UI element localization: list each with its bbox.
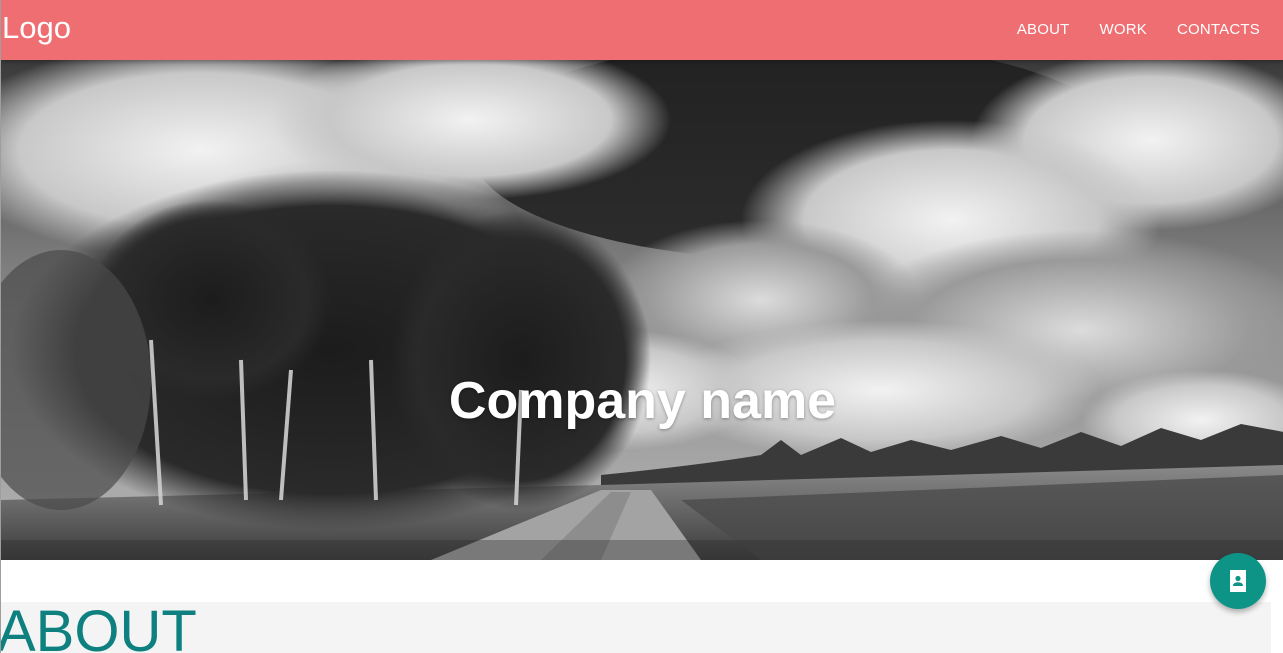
nav-item-work: WORK	[1085, 0, 1162, 60]
nav-link-work[interactable]: WORK	[1085, 21, 1162, 38]
page: Logo ABOUT WORK CONTACTS Company name AB…	[0, 0, 1283, 653]
about-heading: ABOUT	[0, 599, 197, 653]
nav-link-contacts[interactable]: CONTACTS	[1162, 21, 1275, 38]
nav-link-about[interactable]: ABOUT	[1002, 21, 1085, 38]
navbar: Logo ABOUT WORK CONTACTS	[1, 0, 1283, 60]
hero-landscape-image	[1, 60, 1283, 560]
contact-fab-button[interactable]	[1210, 553, 1266, 609]
contact-card-icon	[1230, 570, 1246, 592]
hero-section: Company name	[1, 60, 1283, 560]
about-section: ABOUT	[1, 602, 1271, 653]
nav-item-contacts: CONTACTS	[1162, 0, 1275, 60]
nav-item-about: ABOUT	[1002, 0, 1085, 60]
nav-links: ABOUT WORK CONTACTS	[1002, 0, 1275, 60]
logo-link[interactable]: Logo	[2, 8, 71, 48]
hero-title: Company name	[448, 371, 837, 430]
